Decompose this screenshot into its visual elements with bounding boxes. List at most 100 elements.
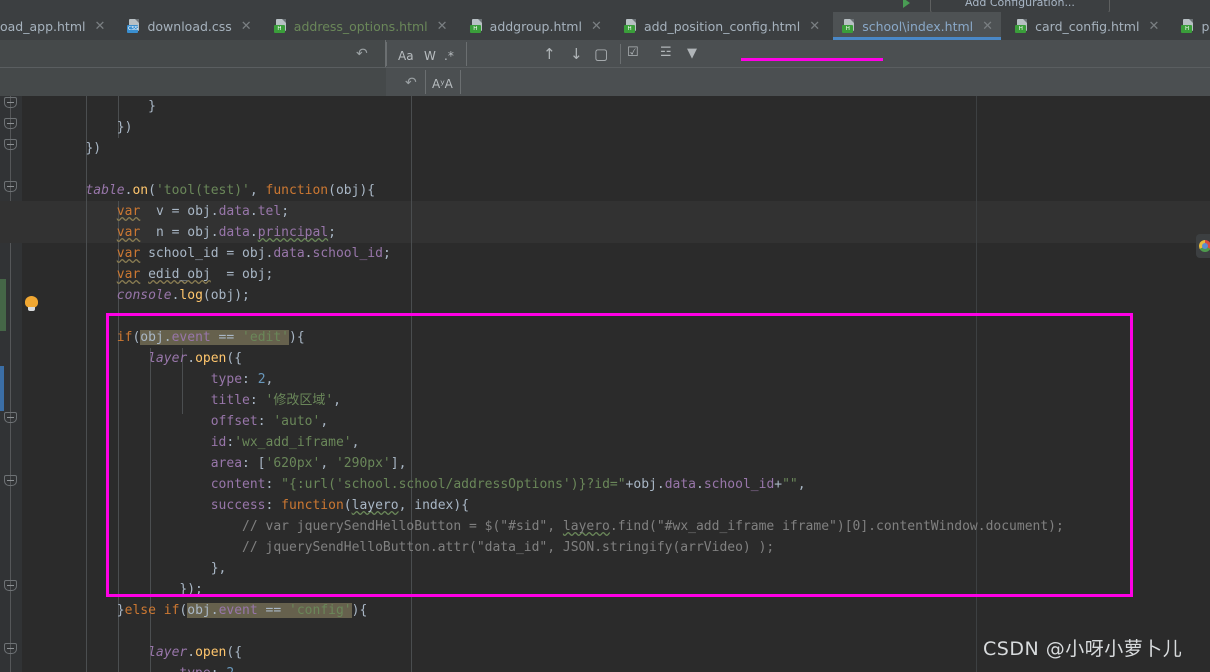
close-icon[interactable]: ✕	[1148, 20, 1159, 33]
code-line: });	[179, 582, 203, 597]
code-line: offset: 'auto',	[210, 414, 329, 429]
code-line: console.log(obj);	[116, 288, 250, 303]
code-line: var school_id = obj.data.school_id;	[116, 246, 391, 261]
code-content[interactable]: } }) }) table.on('tool(test)', function(…	[0, 96, 1210, 672]
html-file-icon: H	[1181, 19, 1195, 33]
fold-marker[interactable]	[4, 475, 17, 486]
replace-history-icon[interactable]: ↶	[405, 76, 417, 90]
code-line: layer.open({	[148, 351, 243, 366]
annotation-underline	[741, 58, 883, 61]
tab-personnel-index-html[interactable]: H personnel\index.html ✕	[1172, 12, 1210, 40]
code-line: // var jquerySendHelloButton = $("#sid",…	[242, 519, 1064, 534]
tab-label: school\index.html	[862, 18, 974, 34]
indent-caret-guide	[411, 96, 412, 672]
close-icon[interactable]: ✕	[437, 20, 448, 33]
code-line: type: 2,	[210, 372, 274, 387]
close-icon[interactable]: ✕	[94, 20, 105, 33]
browser-preview-widget[interactable]	[1196, 234, 1210, 258]
chrome-icon[interactable]	[1199, 240, 1210, 252]
tab-addgroup-html[interactable]: H addgroup.html ✕	[461, 12, 610, 40]
right-margin-guide	[976, 96, 977, 672]
find-history-icon[interactable]: ↶	[356, 47, 368, 61]
run-icon[interactable]	[1120, 0, 1134, 8]
css-file-icon: CSS	[127, 19, 141, 33]
divider	[466, 42, 467, 66]
tab-label: download.css	[147, 18, 232, 34]
filter-icon[interactable]: ▼	[687, 47, 697, 60]
find-replace-panel: ↶ Aa W .* ↑ ↓ ▢ ☑ ☲ ▼ ↶ AʸA Replace Repl…	[0, 40, 1210, 134]
code-line: title: '修改区域',	[210, 393, 341, 408]
ide-window: Add Configuration... oad_app.html ✕ CSS …	[0, 0, 1210, 672]
tab-label: card_config.html	[1035, 18, 1140, 34]
tab-label: oad_app.html	[0, 18, 86, 34]
code-line: if(obj.event == 'edit'){	[116, 330, 305, 345]
intention-bulb-icon[interactable]	[25, 296, 38, 311]
divider	[386, 42, 387, 66]
code-line: layer.open({	[148, 645, 243, 660]
code-line: type: 2	[62, 663, 234, 672]
code-line: area: ['620px', '290px'],	[210, 456, 407, 471]
match-case-option[interactable]: Aa	[398, 50, 414, 62]
code-line: }else if(obj.event == 'config'){	[116, 603, 368, 618]
regex-option[interactable]: .*	[444, 50, 454, 62]
tab-add-position-config-html[interactable]: H add_position_config.html ✕	[615, 12, 828, 40]
words-option[interactable]: W	[424, 50, 436, 62]
code-line: })	[85, 141, 102, 156]
code-line: table.on('tool(test)', function(obj){	[85, 183, 376, 198]
code-line: success: function(layero, index){	[210, 498, 470, 513]
stop-icon[interactable]	[1168, 0, 1182, 8]
code-line: // jquerySendHelloButton.attr("data_id",…	[242, 540, 775, 555]
tab-label: addgroup.html	[489, 18, 582, 34]
tab-school-index-html[interactable]: H school\index.html ✕	[833, 12, 1002, 40]
code-line: content: "{:url('school.school/addressOp…	[210, 477, 806, 492]
vcs-stripe-block	[0, 366, 4, 411]
html-file-icon: H	[842, 19, 856, 33]
code-line: }	[148, 99, 156, 114]
code-line: var v = obj.data.tel;	[116, 204, 290, 219]
find-next-icon[interactable]: ↓	[570, 47, 583, 62]
fold-marker[interactable]	[4, 580, 17, 591]
code-line: },	[210, 561, 227, 576]
tab-oad-app-html[interactable]: oad_app.html ✕	[0, 12, 113, 40]
close-icon[interactable]: ✕	[241, 20, 252, 33]
find-previous-icon[interactable]: ↑	[543, 47, 556, 62]
debug-icon[interactable]	[1144, 0, 1158, 8]
run-button-icon[interactable]	[903, 0, 910, 8]
code-line: var edid_obj = obj;	[116, 267, 274, 282]
run-configuration-toolbar: Add Configuration...	[0, 0, 1210, 12]
close-icon[interactable]: ✕	[809, 20, 820, 33]
editor-tab-bar[interactable]: oad_app.html ✕ CSS download.css ✕ H addr…	[0, 12, 1210, 40]
fold-marker[interactable]	[4, 97, 17, 108]
fold-marker[interactable]	[4, 643, 17, 654]
run-configuration-selector[interactable]: Add Configuration...	[930, 0, 1110, 12]
code-line: var n = obj.data.principal;	[116, 225, 336, 240]
divider	[620, 44, 621, 64]
open-in-find-window-icon[interactable]: ☑	[627, 46, 639, 59]
divider	[460, 70, 461, 94]
tab-address-options-html[interactable]: H address_options.html ✕	[265, 12, 456, 40]
find-in-selection-icon[interactable]: ☲	[660, 46, 672, 59]
editor-gutter-spacer	[22, 96, 62, 672]
tab-card-config-html[interactable]: H card_config.html ✕	[1006, 12, 1167, 40]
close-icon[interactable]: ✕	[591, 20, 602, 33]
divider	[425, 70, 426, 94]
fold-marker[interactable]	[4, 412, 17, 423]
tab-download-css[interactable]: CSS download.css ✕	[118, 12, 259, 40]
search-input[interactable]	[0, 40, 386, 67]
code-line: })	[116, 120, 133, 135]
preserve-case-option[interactable]: AʸA	[432, 78, 453, 90]
tab-label: personnel\index.html	[1201, 18, 1210, 34]
select-all-occurrences-icon[interactable]: ▢	[594, 47, 608, 62]
replace-input[interactable]	[0, 68, 386, 96]
fold-marker[interactable]	[4, 181, 17, 192]
html-file-icon: H	[273, 19, 288, 33]
fold-marker[interactable]	[4, 139, 17, 150]
code-line: id:'wx_add_iframe',	[210, 435, 360, 450]
fold-marker[interactable]	[4, 118, 17, 129]
html-file-icon: H	[623, 19, 638, 33]
code-editor[interactable]: } }) }) table.on('tool(test)', function(…	[0, 96, 1210, 672]
close-icon[interactable]: ✕	[982, 20, 993, 33]
html-file-icon: H	[469, 19, 484, 33]
